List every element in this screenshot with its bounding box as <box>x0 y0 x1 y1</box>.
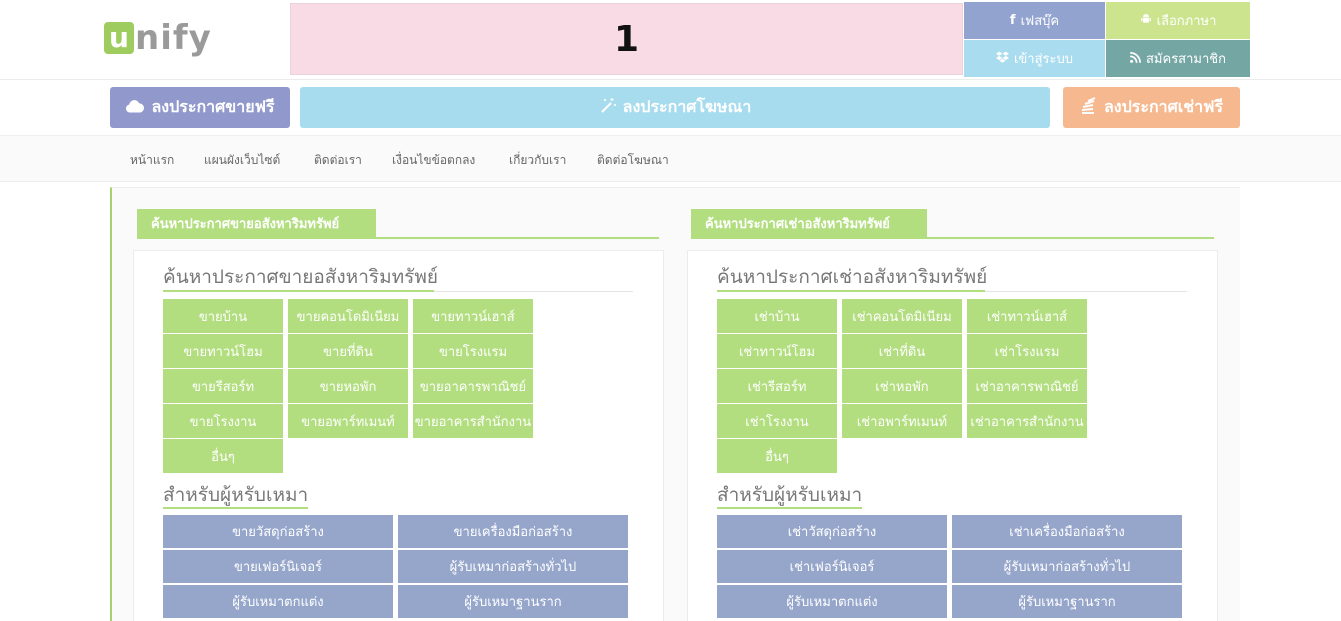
language-label: เลือกภาษา <box>1156 14 1217 29</box>
sell-item-dorm[interactable]: ขายหอพัก <box>288 369 408 403</box>
facebook-button[interactable]: f เฟสบุ๊ค <box>964 2 1105 39</box>
sell-item-commercial[interactable]: ขายอาคารพาณิชย์ <box>413 369 533 403</box>
login-label: เข้าสู่ระบบ <box>1013 52 1074 67</box>
rent-contractor-heading: สำหรับผู้หรับเหมา <box>717 484 863 506</box>
site-logo[interactable]: u nify <box>104 18 212 58</box>
register-button[interactable]: สมัครสามาชิก <box>1106 40 1250 77</box>
sell-contractor-decor[interactable]: ผู้รับเหมาตกแต่ง <box>163 585 393 618</box>
logo-badge: u <box>104 22 134 54</box>
sell-contractor-furniture[interactable]: ขายเฟอร์นิเจอร์ <box>163 550 393 583</box>
nav-about[interactable]: เกี่ยวกับเรา <box>509 151 566 170</box>
nav-terms[interactable]: เงื่อนไขข้อตกลง <box>392 151 475 170</box>
sell-item-office[interactable]: ขายอาคารสำนักงาน <box>413 404 533 438</box>
sell-section-tab[interactable]: ค้นหาประกาศขายอสังหาริมทรัพย์ <box>137 209 376 238</box>
sell-item-hotel[interactable]: ขายโรงแรม <box>413 334 533 368</box>
rss-icon <box>1130 51 1141 66</box>
magic-icon <box>599 97 617 119</box>
rent-item-townhouse[interactable]: เช่าทาวน์เฮาส์ <box>967 299 1087 333</box>
android-icon <box>1140 13 1152 28</box>
rent-contractor-general[interactable]: ผู้รับเหมาก่อสร้างทั่วไป <box>952 550 1182 583</box>
rent-contractor-tools[interactable]: เช่าเครื่องมือก่อสร้าง <box>952 515 1182 548</box>
rent-item-other[interactable]: อื่นๆ <box>717 439 837 473</box>
post-sell-label: ลงประกาศขายฟรี <box>151 97 275 116</box>
nav-sitemap[interactable]: แผนผังเว็บไซต์ <box>204 151 280 170</box>
stack-icon <box>1080 96 1098 119</box>
dropbox-icon <box>995 51 1009 66</box>
sell-heading: ค้นหาประกาศขายอสังหาริมทรัพย์ <box>163 266 438 288</box>
logo-text: nify <box>135 18 212 58</box>
sell-contractor-materials[interactable]: ขายวัสดุก่อสร้าง <box>163 515 393 548</box>
sell-heading-underline <box>163 290 434 292</box>
rent-item-hotel[interactable]: เช่าโรงแรม <box>967 334 1087 368</box>
post-ad-button[interactable]: ลงประกาศโฆษณา <box>300 87 1050 128</box>
banner-text: 1 <box>613 18 640 60</box>
sell-item-other[interactable]: อื่นๆ <box>163 439 283 473</box>
language-button[interactable]: เลือกภาษา <box>1106 2 1250 39</box>
sell-item-land[interactable]: ขายที่ดิน <box>288 334 408 368</box>
rent-heading-underline <box>717 290 985 292</box>
rent-item-land[interactable]: เช่าที่ดิน <box>842 334 962 368</box>
sell-item-condo[interactable]: ขายคอนโดมิเนียม <box>288 299 408 333</box>
sell-contractor-heading: สำหรับผู้หรับเหมา <box>163 484 309 506</box>
nav-ad-contact[interactable]: ติดต่อโฆษณา <box>597 151 669 170</box>
rent-section-tab[interactable]: ค้นหาประกาศเช่าอสังหาริมทรัพย์ <box>691 209 927 238</box>
facebook-icon: f <box>1009 13 1016 28</box>
rent-item-townhome[interactable]: เช่าทาวน์โฮม <box>717 334 837 368</box>
rent-item-commercial[interactable]: เช่าอาคารพาณิชย์ <box>967 369 1087 403</box>
rent-contractor-materials[interactable]: เช่าวัสดุก่อสร้าง <box>717 515 947 548</box>
post-rent-button[interactable]: ลงประกาศเช่าฟรี <box>1063 87 1240 128</box>
facebook-label: เฟสบุ๊ค <box>1020 14 1060 29</box>
sell-section-line <box>137 237 659 239</box>
rent-item-factory[interactable]: เช่าโรงงาน <box>717 404 837 438</box>
rent-heading: ค้นหาประกาศเช่าอสังหาริมทรัพย์ <box>717 266 988 288</box>
ad-banner[interactable]: 1 <box>290 3 963 75</box>
register-label: สมัครสามาชิก <box>1146 52 1226 67</box>
rent-contractor-foundation[interactable]: ผู้รับเหมาฐานราก <box>952 585 1182 618</box>
login-button[interactable]: เข้าสู่ระบบ <box>964 40 1105 77</box>
post-sell-button[interactable]: ลงประกาศขายฟรี <box>110 87 290 128</box>
post-rent-label: ลงประกาศเช่าฟรี <box>1103 97 1224 116</box>
sell-item-townhome[interactable]: ขายทาวน์โฮม <box>163 334 283 368</box>
rent-contractor-decor[interactable]: ผู้รับเหมาตกแต่ง <box>717 585 947 618</box>
rent-contractor-furniture[interactable]: เช่าเฟอร์นิเจอร์ <box>717 550 947 583</box>
rent-item-condo[interactable]: เช่าคอนโดมิเนียม <box>842 299 962 333</box>
sell-contractor-tools[interactable]: ขายเครื่องมือก่อสร้าง <box>398 515 628 548</box>
sell-contractor-foundation[interactable]: ผู้รับเหมาฐานราก <box>398 585 628 618</box>
rent-contractor-underline <box>717 507 862 509</box>
rent-item-apartment[interactable]: เช่าอพาร์ทเมนท์ <box>842 404 962 438</box>
cloud-icon <box>125 98 145 117</box>
sell-item-factory[interactable]: ขายโรงงาน <box>163 404 283 438</box>
rent-item-dorm[interactable]: เช่าหอพัก <box>842 369 962 403</box>
sell-item-townhouse[interactable]: ขายทาวน์เฮาส์ <box>413 299 533 333</box>
rent-section-line <box>691 237 1214 239</box>
sell-contractor-underline <box>163 507 308 509</box>
post-ad-label: ลงประกาศโฆษณา <box>622 97 752 116</box>
nav-contact[interactable]: ติดต่อเรา <box>314 151 362 170</box>
rent-item-resort[interactable]: เช่ารีสอร์ท <box>717 369 837 403</box>
sell-contractor-general[interactable]: ผู้รับเหมาก่อสร้างทั่วไป <box>398 550 628 583</box>
nav-home[interactable]: หน้าแรก <box>130 151 174 170</box>
sell-item-apartment[interactable]: ขายอพาร์ทเมนท์ <box>288 404 408 438</box>
rent-item-office[interactable]: เช่าอาคารสำนักงาน <box>967 404 1087 438</box>
sell-item-resort[interactable]: ขายรีสอร์ท <box>163 369 283 403</box>
rent-item-house[interactable]: เช่าบ้าน <box>717 299 837 333</box>
sell-item-house[interactable]: ขายบ้าน <box>163 299 283 333</box>
main-nav: หน้าแรก แผนผังเว็บไซต์ ติดต่อเรา เงื่อนไ… <box>0 135 1341 182</box>
